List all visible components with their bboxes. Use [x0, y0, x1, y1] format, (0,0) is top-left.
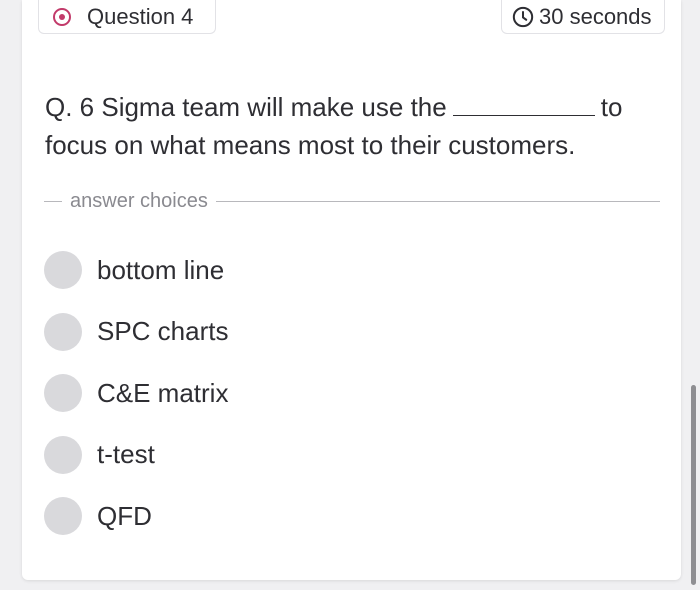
- answer-choice-label: QFD: [97, 500, 152, 531]
- radio-button[interactable]: [44, 251, 82, 289]
- clock-icon: [512, 6, 534, 27]
- question-number-label: Question 4: [87, 3, 194, 29]
- question-card: Question 4 30 seconds Q. 6 Sigma team wi…: [22, 0, 681, 580]
- fill-in-blank: [452, 95, 595, 116]
- answer-choice[interactable]: SPC charts: [44, 312, 644, 352]
- radio-button[interactable]: [44, 435, 82, 474]
- radio-target-icon: [53, 7, 71, 26]
- answer-choice-label: C&E matrix: [97, 377, 229, 408]
- scrollbar-thumb[interactable]: [691, 385, 696, 585]
- answer-choice-label: SPC charts: [97, 316, 229, 346]
- answer-choice[interactable]: QFD: [44, 496, 644, 536]
- radio-button[interactable]: [44, 312, 82, 351]
- question-number-pill: Question 4: [38, 0, 216, 34]
- answer-choice-label: bottom line: [97, 254, 225, 285]
- question-prefix: Q. 6 Sigma team will make use the: [45, 92, 447, 122]
- question-text: Q. 6 Sigma team will make use the to focu…: [45, 88, 655, 164]
- radio-button[interactable]: [44, 497, 82, 535]
- divider-line-right: [215, 200, 660, 202]
- timer-label: 30 seconds: [539, 3, 652, 29]
- divider-line-left: [44, 200, 62, 202]
- answer-choice[interactable]: bottom line: [44, 250, 644, 290]
- answer-choice-label: t-test: [97, 439, 155, 469]
- radio-button[interactable]: [44, 374, 82, 412]
- timer-pill: 30 seconds: [501, 0, 665, 34]
- answer-choice[interactable]: t-test: [44, 435, 644, 475]
- answer-choices-divider: answer choices: [44, 188, 660, 214]
- answer-choices-label: answer choices: [70, 189, 208, 212]
- answer-choices-list: bottom line SPC charts C&E matrix t-test…: [44, 250, 644, 558]
- answer-choice[interactable]: C&E matrix: [44, 373, 644, 413]
